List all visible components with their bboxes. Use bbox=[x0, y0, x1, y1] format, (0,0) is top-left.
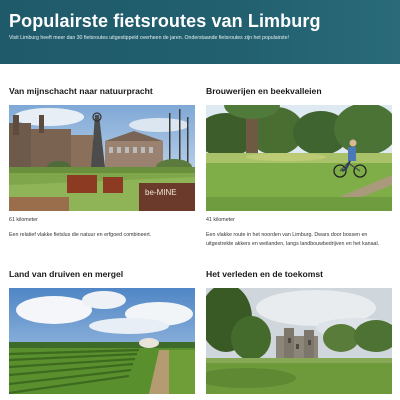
page-title: Populairste fietsroutes van Limburg bbox=[9, 11, 321, 31]
route-distance: 61 kilometer bbox=[9, 217, 38, 223]
route-title[interactable]: Het verleden en de toekomst bbox=[206, 269, 323, 279]
site-sign-text: be-MINE bbox=[145, 188, 177, 197]
route-description: Een relatief vlakke fietslus die natuur … bbox=[9, 232, 152, 238]
route-photo-castle-ruin[interactable] bbox=[206, 288, 392, 394]
route-title[interactable]: Van mijnschacht naar natuurpracht bbox=[9, 86, 153, 96]
route-photo-vineyard[interactable] bbox=[9, 288, 195, 394]
route-photo-mine-site[interactable]: be-MINE bbox=[9, 105, 195, 211]
route-title[interactable]: Brouwerijen en beekvalleien bbox=[206, 86, 322, 96]
route-title[interactable]: Land van druiven en mergel bbox=[9, 269, 123, 279]
route-photo-cyclist-meadow[interactable] bbox=[206, 105, 392, 211]
route-description: Een vlakke route in het noorden van Limb… bbox=[206, 232, 380, 247]
page-header: Populairste fietsroutes van Limburg Visi… bbox=[0, 0, 400, 64]
route-distance: 41 kilometer bbox=[206, 217, 235, 223]
page-intro: Visit Limburg heeft meer dan 30 fietsrou… bbox=[9, 35, 289, 41]
